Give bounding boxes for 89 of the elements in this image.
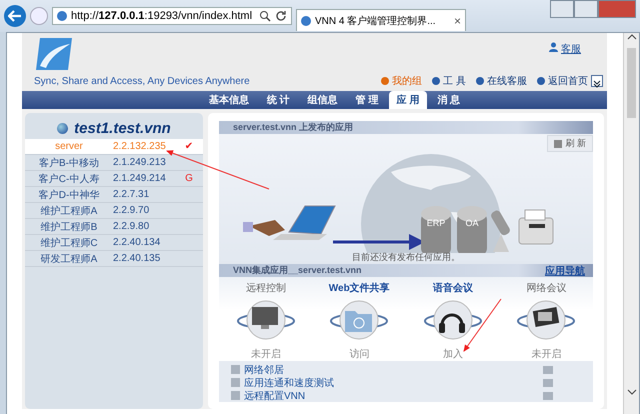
- app-action-link[interactable]: 访问: [349, 347, 370, 361]
- device-row[interactable]: 客户B-中移动 2.1.249.213: [25, 155, 203, 171]
- back-button[interactable]: [4, 5, 26, 27]
- status-mark: G: [184, 173, 194, 184]
- tool-link[interactable]: 应用连通和速度测试: [244, 376, 539, 390]
- bullet-icon: [231, 365, 240, 374]
- remote-app-icon[interactable]: [236, 299, 296, 341]
- device-name: 客户D-中神华: [38, 188, 100, 202]
- device-name: 客户C-中人寿: [38, 172, 100, 186]
- nav-tab[interactable]: 统 计: [258, 91, 298, 109]
- nav-tab[interactable]: 组信息: [300, 91, 346, 109]
- section-header: server.test.vnn 上发布的应用: [219, 121, 593, 134]
- database-icon: [421, 206, 451, 253]
- status-mark: ✔: [184, 141, 194, 152]
- bullet-icon: [231, 378, 240, 387]
- device-row[interactable]: 研发工程师A 2.2.40.135: [25, 251, 203, 267]
- device-ip: 2.1.249.214: [113, 173, 167, 184]
- close-tab-button[interactable]: ×: [454, 14, 461, 28]
- app-title: Web文件共享: [328, 281, 390, 295]
- device-row[interactable]: 维护工程师A 2.2.9.70: [25, 203, 203, 219]
- device-name: 客户B-中移动: [38, 156, 100, 170]
- tool-link[interactable]: 远程配置VNN: [244, 388, 539, 402]
- nav-tab[interactable]: 管 理: [348, 91, 386, 109]
- app-status: 未开启: [250, 348, 281, 361]
- logo-icon: [34, 36, 74, 72]
- device-ip: 2.1.249.213: [113, 157, 167, 168]
- bullet-icon: [231, 391, 240, 400]
- device-row[interactable]: 维护工程师B 2.2.9.80: [25, 219, 203, 235]
- dot-icon: [432, 77, 440, 85]
- device-name: 维护工程师B: [40, 220, 98, 234]
- annotation-arrow: [463, 298, 502, 352]
- app-title: 远程控制: [246, 282, 286, 295]
- device-ip: 2.2.40.134: [113, 237, 162, 248]
- section-header: VNN集成应用__server.test.vnn 应用导航: [219, 264, 593, 277]
- nav-tab[interactable]: 应 用: [388, 91, 428, 109]
- group-title: test1.test.vnn: [74, 120, 171, 136]
- tool-link[interactable]: 网络邻居: [244, 362, 539, 376]
- scrollbar-thumb[interactable]: [627, 48, 636, 118]
- device-ip: 2.2.132.235: [113, 141, 167, 152]
- printer-icon: [518, 210, 554, 244]
- support-link[interactable]: 客服: [549, 42, 581, 74]
- database-label: OA: [466, 218, 478, 228]
- person-icon: [549, 42, 558, 52]
- dot-icon: [476, 77, 484, 85]
- database-icon: [457, 206, 487, 253]
- header-link[interactable]: 返回首页: [537, 74, 588, 88]
- refresh-button[interactable]: 刷 新: [547, 135, 593, 152]
- scrollbar[interactable]: [623, 33, 639, 414]
- device-name: 维护工程师C: [39, 236, 99, 250]
- device-ip: 2.2.7.31: [113, 189, 150, 200]
- device-ip: 2.2.9.80: [113, 221, 150, 232]
- globe-icon: [57, 11, 67, 21]
- database-label: ERP: [426, 218, 446, 228]
- device-ip: 2.2.9.70: [113, 205, 150, 216]
- device-row[interactable]: 客户C-中人寿 2.1.249.214 G: [25, 171, 203, 187]
- minimize-button[interactable]: [550, 0, 574, 18]
- back-arrow-icon[interactable]: [8, 10, 22, 22]
- globe-icon: [301, 16, 311, 26]
- maximize-button[interactable]: [574, 0, 598, 18]
- app-action-link[interactable]: 加入: [442, 347, 463, 361]
- app-title: 网络会议: [526, 282, 566, 295]
- app-nav-link[interactable]: 应用导航: [545, 264, 585, 278]
- device-ip: 2.2.40.135: [113, 253, 162, 264]
- app-title: 语音会议: [432, 281, 473, 295]
- scroll-up-icon[interactable]: [626, 33, 636, 42]
- meeting-app-icon[interactable]: [516, 299, 576, 341]
- dot-icon: [381, 77, 390, 85]
- device-name: 研发工程师A: [40, 252, 98, 266]
- device-row[interactable]: server 2.2.132.235 ✔: [25, 139, 203, 155]
- device-name: 维护工程师A: [40, 204, 98, 218]
- nav-tab[interactable]: 消 息: [429, 91, 468, 109]
- files-app-icon[interactable]: [329, 299, 390, 341]
- nav-tab[interactable]: 基本信息: [200, 91, 257, 109]
- dot-icon: [537, 77, 545, 85]
- expand-icon[interactable]: [591, 75, 603, 87]
- device-row[interactable]: 客户D-中神华 2.2.7.31: [25, 187, 203, 203]
- globe-icon: [57, 122, 68, 134]
- device-name: server: [54, 141, 84, 152]
- camera-icon: [490, 209, 512, 252]
- voice-app-icon[interactable]: [422, 299, 483, 341]
- header-link[interactable]: 在线客服: [476, 74, 527, 88]
- slogan-text: Sync, Share and Access, Any Devices Anywhere: [34, 76, 251, 86]
- address-bar[interactable]: http://127.0.0.1:19293/vnn/index.html: [52, 7, 292, 25]
- browser-tab[interactable]: VNN 4 客户端管理控制界... ×: [296, 9, 466, 31]
- empty-message: 目前还没有发布任何应用。: [352, 251, 460, 264]
- search-icon[interactable]: [259, 10, 271, 22]
- app-status: 未开启: [531, 348, 562, 361]
- device-row[interactable]: 维护工程师C 2.2.40.134: [25, 235, 203, 251]
- header-link[interactable]: 工 具: [432, 74, 466, 88]
